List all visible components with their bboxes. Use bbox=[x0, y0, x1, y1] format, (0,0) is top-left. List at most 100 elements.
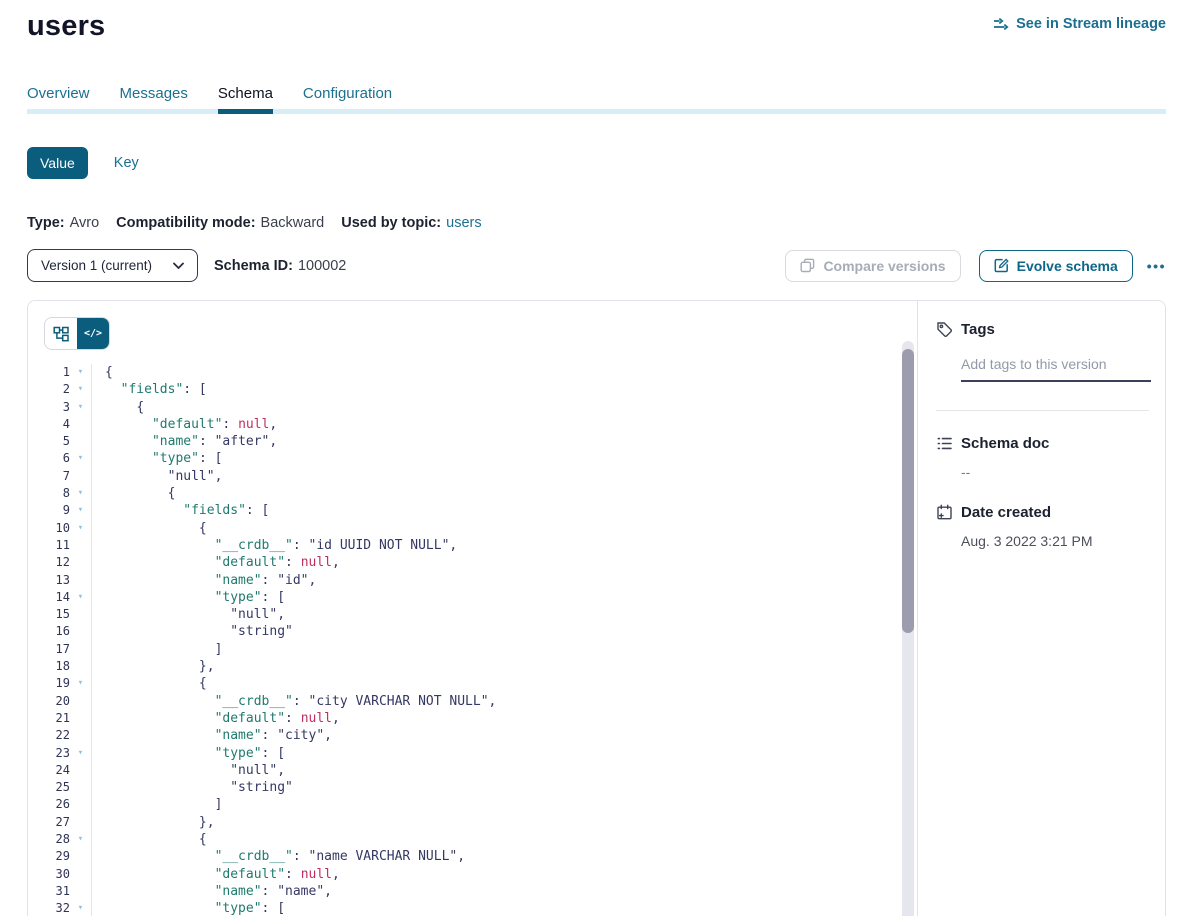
code-line: 10▾ { bbox=[28, 520, 917, 537]
fold-spacer bbox=[70, 641, 91, 658]
line-number: 26 bbox=[28, 796, 70, 813]
line-number: 29 bbox=[28, 848, 70, 865]
compatibility-mode: Compatibility mode: Backward bbox=[116, 215, 324, 231]
code-line: 3▾ { bbox=[28, 399, 917, 416]
fold-spacer bbox=[70, 468, 91, 485]
code-view-button[interactable]: </> bbox=[77, 318, 109, 349]
fold-arrow-icon[interactable]: ▾ bbox=[70, 675, 91, 692]
tab-configuration[interactable]: Configuration bbox=[303, 85, 392, 109]
line-number: 17 bbox=[28, 641, 70, 658]
fold-spacer bbox=[70, 572, 91, 589]
line-number: 22 bbox=[28, 727, 70, 744]
code-line: 18 }, bbox=[28, 658, 917, 675]
code-text: "fields": [ bbox=[91, 502, 917, 519]
line-number: 32 bbox=[28, 900, 70, 916]
fold-arrow-icon[interactable]: ▾ bbox=[70, 485, 91, 502]
schema-doc-value: -- bbox=[961, 464, 1149, 480]
code-text: "type": [ bbox=[91, 745, 917, 762]
editor-scrollbar-track[interactable] bbox=[902, 341, 914, 916]
fold-arrow-icon[interactable]: ▾ bbox=[70, 520, 91, 537]
fold-arrow-icon[interactable]: ▾ bbox=[70, 364, 91, 381]
fold-arrow-icon[interactable]: ▾ bbox=[70, 900, 91, 916]
tab-schema[interactable]: Schema bbox=[218, 85, 273, 109]
fold-spacer bbox=[70, 554, 91, 571]
code-text: "fields": [ bbox=[91, 381, 917, 398]
schema-id: Schema ID: 100002 bbox=[214, 258, 346, 274]
tab-bar: Overview Messages Schema Configuration bbox=[27, 85, 1166, 109]
tab-overview[interactable]: Overview bbox=[27, 85, 90, 109]
editor-view-toggle: </> bbox=[44, 317, 110, 350]
evolve-schema-button[interactable]: Evolve schema bbox=[979, 250, 1133, 282]
tag-icon bbox=[936, 321, 953, 338]
code-text: "null", bbox=[91, 762, 917, 779]
schema-doc-heading: Schema doc bbox=[961, 435, 1049, 452]
stream-lineage-link[interactable]: See in Stream lineage bbox=[993, 16, 1166, 32]
tree-view-button[interactable] bbox=[45, 318, 77, 349]
compatibility-value: Backward bbox=[261, 215, 325, 231]
line-number: 8 bbox=[28, 485, 70, 502]
schema-doc-section: Schema doc -- bbox=[936, 435, 1149, 480]
code-text: ] bbox=[91, 641, 917, 658]
code-line: 27 }, bbox=[28, 814, 917, 831]
fold-spacer bbox=[70, 606, 91, 623]
compare-versions-button[interactable]: Compare versions bbox=[785, 250, 960, 282]
fold-arrow-icon[interactable]: ▾ bbox=[70, 745, 91, 762]
code-text: "default": null, bbox=[91, 416, 917, 433]
code-text: "default": null, bbox=[91, 866, 917, 883]
fold-arrow-icon[interactable]: ▾ bbox=[70, 831, 91, 848]
code-line: 8▾ { bbox=[28, 485, 917, 502]
fold-spacer bbox=[70, 416, 91, 433]
key-toggle-button[interactable]: Key bbox=[114, 155, 139, 171]
fold-arrow-icon[interactable]: ▾ bbox=[70, 399, 91, 416]
schema-sidebar: Tags Schema doc -- bbox=[918, 301, 1165, 916]
fold-arrow-icon[interactable]: ▾ bbox=[70, 381, 91, 398]
code-line: 9▾ "fields": [ bbox=[28, 502, 917, 519]
page: users See in Stream lineage Overview Mess… bbox=[0, 10, 1189, 916]
code-text: { bbox=[91, 485, 917, 502]
code-line: 25 "string" bbox=[28, 779, 917, 796]
code-line: 21 "default": null, bbox=[28, 710, 917, 727]
date-created-header: Date created bbox=[936, 504, 1149, 521]
code-line: 1▾{ bbox=[28, 364, 917, 381]
value-toggle-button[interactable]: Value bbox=[27, 147, 88, 179]
fold-spacer bbox=[70, 796, 91, 813]
line-number: 6 bbox=[28, 450, 70, 467]
fold-spacer bbox=[70, 814, 91, 831]
code-text: { bbox=[91, 831, 917, 848]
code-text: { bbox=[91, 520, 917, 537]
tab-messages[interactable]: Messages bbox=[120, 85, 188, 109]
topbar: users See in Stream lineage bbox=[27, 10, 1166, 43]
version-select[interactable]: Version 1 (current) bbox=[27, 249, 198, 282]
schema-doc-header: Schema doc bbox=[936, 435, 1149, 452]
edit-icon bbox=[994, 258, 1009, 273]
code-line: 2▾ "fields": [ bbox=[28, 381, 917, 398]
code-line: 30 "default": null, bbox=[28, 866, 917, 883]
fold-arrow-icon[interactable]: ▾ bbox=[70, 502, 91, 519]
code-line: 29 "__crdb__": "name VARCHAR NULL", bbox=[28, 848, 917, 865]
fold-spacer bbox=[70, 883, 91, 900]
code-line: 23▾ "type": [ bbox=[28, 745, 917, 762]
schema-meta: Type: Avro Compatibility mode: Backward … bbox=[27, 215, 1166, 231]
code-line: 15 "null", bbox=[28, 606, 917, 623]
fold-spacer bbox=[70, 537, 91, 554]
line-number: 20 bbox=[28, 693, 70, 710]
editor-scrollbar-thumb[interactable] bbox=[902, 349, 914, 633]
code-text: "null", bbox=[91, 468, 917, 485]
fold-spacer bbox=[70, 693, 91, 710]
tags-heading: Tags bbox=[961, 321, 995, 338]
code-line: 12 "default": null, bbox=[28, 554, 917, 571]
topic-link[interactable]: users bbox=[446, 215, 481, 231]
fold-arrow-icon[interactable]: ▾ bbox=[70, 450, 91, 467]
code-line: 16 "string" bbox=[28, 623, 917, 640]
code-line: 28▾ { bbox=[28, 831, 917, 848]
code-line: 5 "name": "after", bbox=[28, 433, 917, 450]
fold-spacer bbox=[70, 762, 91, 779]
line-number: 13 bbox=[28, 572, 70, 589]
fold-arrow-icon[interactable]: ▾ bbox=[70, 589, 91, 606]
line-number: 1 bbox=[28, 364, 70, 381]
code-text: "string" bbox=[91, 779, 917, 796]
code-text: }, bbox=[91, 814, 917, 831]
more-options-button[interactable]: ••• bbox=[1147, 258, 1166, 274]
tags-input[interactable] bbox=[961, 356, 1151, 382]
schema-editor: </> 1▾{2▾ "fields": [3▾ {4 "default": nu… bbox=[28, 301, 917, 916]
